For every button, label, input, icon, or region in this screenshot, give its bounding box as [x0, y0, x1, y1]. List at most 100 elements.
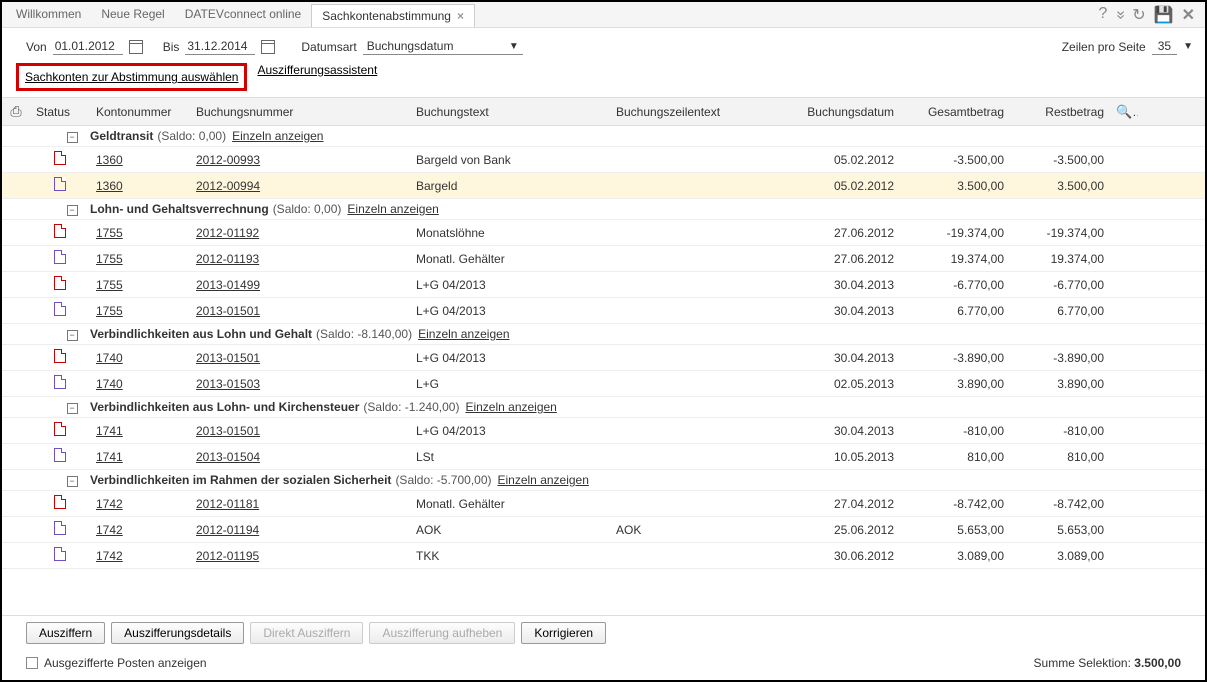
- tab-neue-regel[interactable]: Neue Regel: [91, 3, 174, 26]
- konto-link[interactable]: 1755: [96, 226, 123, 240]
- einzeln-anzeigen-link[interactable]: Einzeln anzeigen: [418, 327, 509, 341]
- von-date-input[interactable]: 01.01.2012: [53, 38, 123, 55]
- konto-link[interactable]: 1360: [96, 153, 123, 167]
- col-konto[interactable]: Kontonummer: [90, 101, 190, 123]
- group-row[interactable]: −Verbindlichkeiten aus Lohn- und Kirchen…: [2, 397, 1205, 418]
- einzeln-anzeigen-link[interactable]: Einzeln anzeigen: [498, 473, 589, 487]
- datum: 10.05.2013: [790, 446, 900, 468]
- buchnr-link[interactable]: 2012-01181: [196, 497, 259, 511]
- einzeln-anzeigen-link[interactable]: Einzeln anzeigen: [232, 129, 323, 143]
- konto-link[interactable]: 1742: [96, 497, 123, 511]
- konto-link[interactable]: 1741: [96, 424, 123, 438]
- einzeln-anzeigen-link[interactable]: Einzeln anzeigen: [465, 400, 556, 414]
- group-title: Lohn- und Gehaltsverrechnung: [86, 202, 269, 216]
- group-row[interactable]: −Geldtransit (Saldo: 0,00)Einzeln anzeig…: [2, 126, 1205, 147]
- col-rest[interactable]: Restbetrag: [1010, 101, 1110, 123]
- col-betrag[interactable]: Gesamtbetrag: [900, 101, 1010, 123]
- calendar-icon[interactable]: [261, 40, 275, 54]
- konto-link[interactable]: 1741: [96, 450, 123, 464]
- document-icon: [54, 448, 66, 462]
- buchnr-link[interactable]: 2012-01192: [196, 226, 259, 240]
- buchtext: L+G 04/2013: [410, 347, 610, 369]
- col-zeilentext[interactable]: Buchungszeilentext: [610, 101, 790, 123]
- buchnr-link[interactable]: 2012-01195: [196, 549, 259, 563]
- buchnr-link[interactable]: 2013-01501: [196, 304, 260, 318]
- bis-date-input[interactable]: 31.12.2014: [185, 38, 255, 55]
- konto-link[interactable]: 1742: [96, 523, 123, 537]
- table-row[interactable]: 17412013-01501L+G 04/201330.04.2013-810,…: [2, 418, 1205, 444]
- document-icon: [54, 349, 66, 363]
- collapse-icon[interactable]: −: [67, 205, 78, 216]
- expand-icon[interactable]: »: [1110, 10, 1130, 19]
- col-status[interactable]: Status: [30, 101, 90, 123]
- tab-sachkontenabstimmung[interactable]: Sachkontenabstimmung×: [311, 4, 475, 27]
- collapse-icon[interactable]: −: [67, 476, 78, 487]
- table-row[interactable]: 17422012-01195TKK30.06.20123.089,003.089…: [2, 543, 1205, 569]
- buchtext: Monatslöhne: [410, 222, 610, 244]
- ausziffern-button[interactable]: Ausziffern: [26, 622, 105, 644]
- buchtext: L+G 04/2013: [410, 300, 610, 322]
- konto-link[interactable]: 1742: [96, 549, 123, 563]
- konto-link[interactable]: 1740: [96, 351, 123, 365]
- konto-link[interactable]: 1740: [96, 377, 123, 391]
- chevron-down-icon[interactable]: ▼: [1183, 41, 1193, 52]
- table-row[interactable]: 17422012-01194AOKAOK25.06.20125.653,005.…: [2, 517, 1205, 543]
- table-row[interactable]: 17552012-01193Monatl. Gehälter27.06.2012…: [2, 246, 1205, 272]
- table-row[interactable]: 17552013-01499L+G 04/201330.04.2013-6.77…: [2, 272, 1205, 298]
- table-row[interactable]: 17552012-01192Monatslöhne27.06.2012-19.3…: [2, 220, 1205, 246]
- buchnr-link[interactable]: 2013-01503: [196, 377, 260, 391]
- table-row[interactable]: 17402013-01501L+G 04/201330.04.2013-3.89…: [2, 345, 1205, 371]
- close-window-icon[interactable]: ✕: [1182, 5, 1195, 25]
- buchnr-link[interactable]: 2012-01193: [196, 252, 259, 266]
- konto-link[interactable]: 1755: [96, 278, 123, 292]
- tab-willkommen[interactable]: Willkommen: [6, 3, 91, 26]
- rows-per-page-value[interactable]: 35: [1152, 38, 1177, 55]
- tab-datevconnect-online[interactable]: DATEVconnect online: [175, 3, 312, 26]
- table-row[interactable]: 13602012-00994Bargeld05.02.20123.500,003…: [2, 173, 1205, 199]
- close-tab-icon[interactable]: ×: [457, 9, 464, 23]
- print-icon[interactable]: ⎙: [10, 103, 21, 119]
- col-buchnr[interactable]: Buchungsnummer: [190, 101, 410, 123]
- buchnr-link[interactable]: 2012-00994: [196, 179, 260, 193]
- table-row[interactable]: 17412013-01504LSt10.05.2013810,00810,00: [2, 444, 1205, 470]
- group-title: Verbindlichkeiten aus Lohn und Gehalt: [86, 327, 312, 341]
- group-row[interactable]: −Verbindlichkeiten im Rahmen der soziale…: [2, 470, 1205, 491]
- konto-link[interactable]: 1755: [96, 252, 123, 266]
- buchtext: Monatl. Gehälter: [410, 493, 610, 515]
- table-row[interactable]: 17422012-01181Monatl. Gehälter27.04.2012…: [2, 491, 1205, 517]
- buchnr-link[interactable]: 2013-01501: [196, 424, 260, 438]
- datumsart-dropdown[interactable]: Buchungsdatum ▼: [363, 38, 523, 55]
- group-row[interactable]: −Lohn- und Gehaltsverrechnung (Saldo: 0,…: [2, 199, 1205, 220]
- zeilentext: [610, 307, 790, 315]
- col-datum[interactable]: Buchungsdatum: [790, 101, 900, 123]
- collapse-icon[interactable]: −: [67, 132, 78, 143]
- collapse-icon[interactable]: −: [67, 330, 78, 341]
- buchnr-link[interactable]: 2013-01501: [196, 351, 260, 365]
- details-button[interactable]: Auszifferungsdetails: [111, 622, 244, 644]
- rest: -8.742,00: [1010, 493, 1110, 515]
- select-accounts-link[interactable]: Sachkonten zur Abstimmung auswählen: [25, 70, 238, 84]
- buchnr-link[interactable]: 2012-01194: [196, 523, 259, 537]
- group-row[interactable]: −Verbindlichkeiten aus Lohn und Gehalt (…: [2, 324, 1205, 345]
- konto-link[interactable]: 1360: [96, 179, 123, 193]
- refresh-icon[interactable]: ↻: [1132, 5, 1145, 25]
- buchnr-link[interactable]: 2012-00993: [196, 153, 260, 167]
- assistant-link[interactable]: Auszifferungsassistent: [257, 63, 377, 91]
- buchnr-link[interactable]: 2013-01504: [196, 450, 260, 464]
- save-icon[interactable]: 💾: [1154, 5, 1174, 25]
- help-icon[interactable]: ?: [1098, 5, 1107, 25]
- filter-bar: Von 01.01.2012 Bis 31.12.2014 Datumsart …: [2, 28, 1205, 61]
- table-row[interactable]: 17552013-01501L+G 04/201330.04.20136.770…: [2, 298, 1205, 324]
- collapse-icon[interactable]: −: [67, 403, 78, 414]
- einzeln-anzeigen-link[interactable]: Einzeln anzeigen: [347, 202, 438, 216]
- show-cleared-checkbox[interactable]: [26, 657, 38, 669]
- search-icon[interactable]: 🔍: [1116, 104, 1138, 119]
- table-row[interactable]: 17402013-01503L+G02.05.20133.890,003.890…: [2, 371, 1205, 397]
- col-buchtext[interactable]: Buchungstext: [410, 101, 610, 123]
- konto-link[interactable]: 1755: [96, 304, 123, 318]
- buchnr-link[interactable]: 2013-01499: [196, 278, 260, 292]
- korrigieren-button[interactable]: Korrigieren: [521, 622, 606, 644]
- calendar-icon[interactable]: [129, 40, 143, 54]
- table-row[interactable]: 13602012-00993Bargeld von Bank05.02.2012…: [2, 147, 1205, 173]
- betrag: 3.890,00: [900, 373, 1010, 395]
